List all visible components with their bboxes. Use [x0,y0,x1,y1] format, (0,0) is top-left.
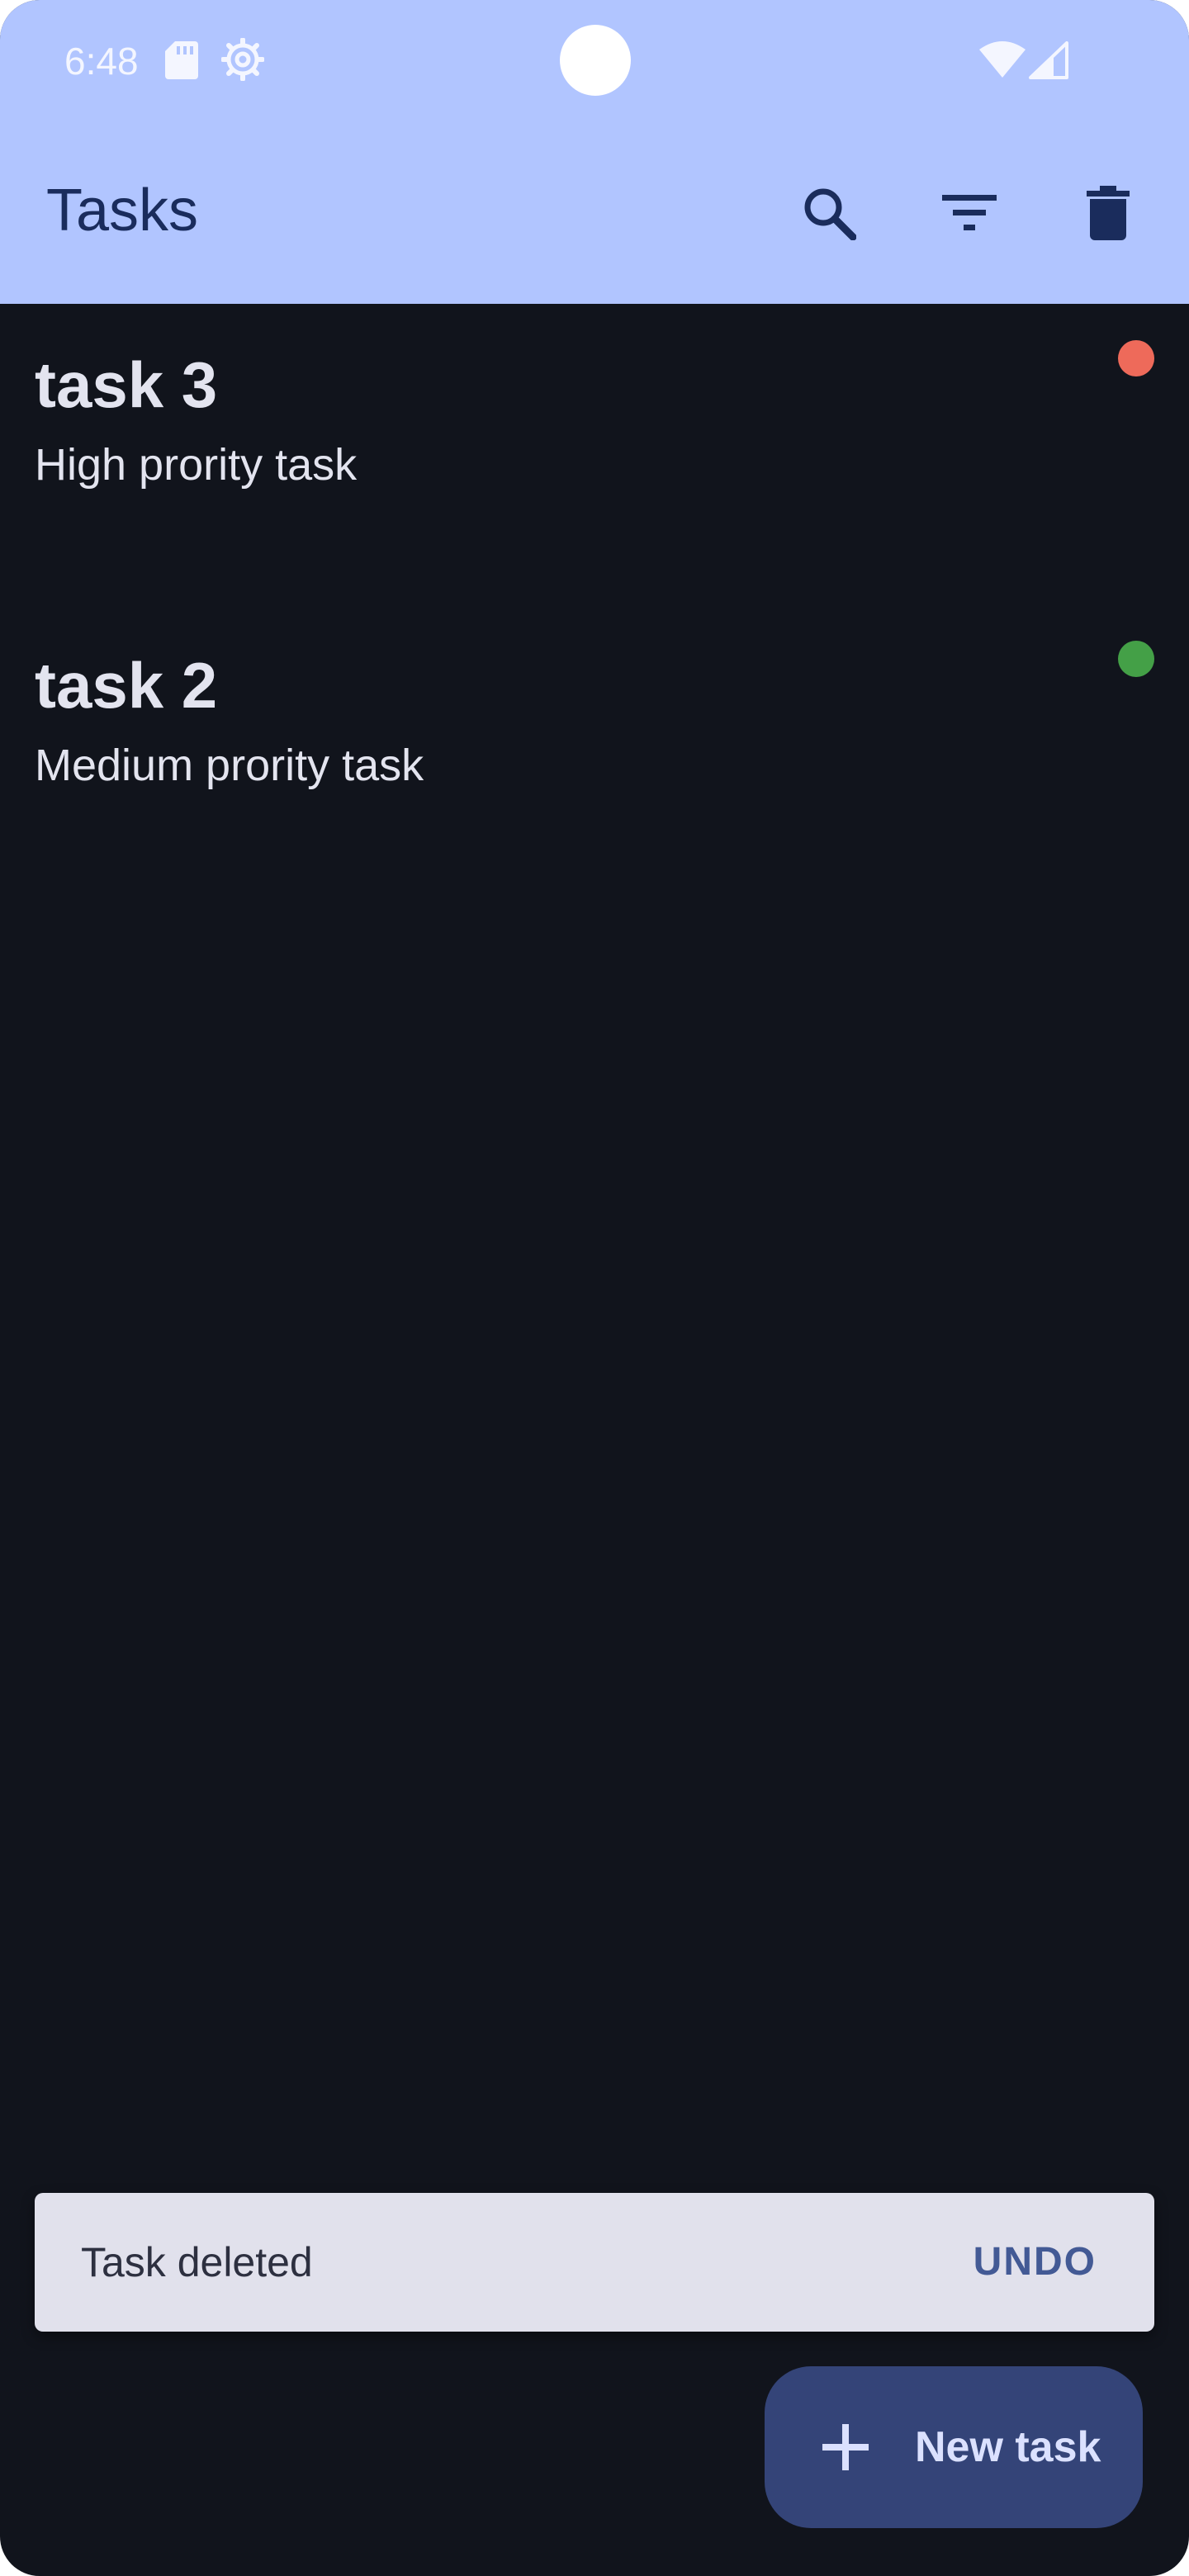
task-title: task 3 [35,348,218,421]
task-list-item[interactable]: task 3 High prority task [0,304,1189,604]
delete-all-icon [1087,186,1130,240]
top-app-bar: Tasks [0,122,1189,304]
delete-all-button[interactable] [1065,170,1151,256]
search-button[interactable] [786,170,872,256]
screen: 6:48 Tasks task 3 High prority task task… [0,0,1189,2576]
high-priority-indicator [1118,340,1154,376]
status-time: 6:48 [64,40,139,83]
task-description: High prority task [35,440,358,490]
search-icon [804,188,856,240]
sd-card-icon [165,40,198,83]
settings-gear-icon [220,37,265,85]
undo-button[interactable]: UNDO [973,2234,1097,2290]
task-description: Medium prority task [35,741,424,790]
camera-cutout [560,25,631,96]
snackbar: Task deleted UNDO [35,2193,1154,2332]
wifi-icon [979,41,1026,82]
plus-icon [822,2424,869,2470]
cellular-signal-icon [1029,41,1068,83]
new-task-button[interactable]: New task [765,2366,1143,2528]
page-title: Tasks [46,178,199,244]
task-title: task 2 [35,649,218,722]
filter-button[interactable] [926,170,1012,256]
status-bar: 6:48 [0,0,1189,122]
snackbar-message: Task deleted [81,2239,313,2285]
medium-priority-indicator [1118,641,1154,677]
filter-icon [942,195,997,230]
task-list-item[interactable]: task 2 Medium prority task [0,604,1189,905]
new-task-label: New task [915,2423,1101,2471]
task-list: task 3 High prority task task 2 Medium p… [0,304,1189,905]
